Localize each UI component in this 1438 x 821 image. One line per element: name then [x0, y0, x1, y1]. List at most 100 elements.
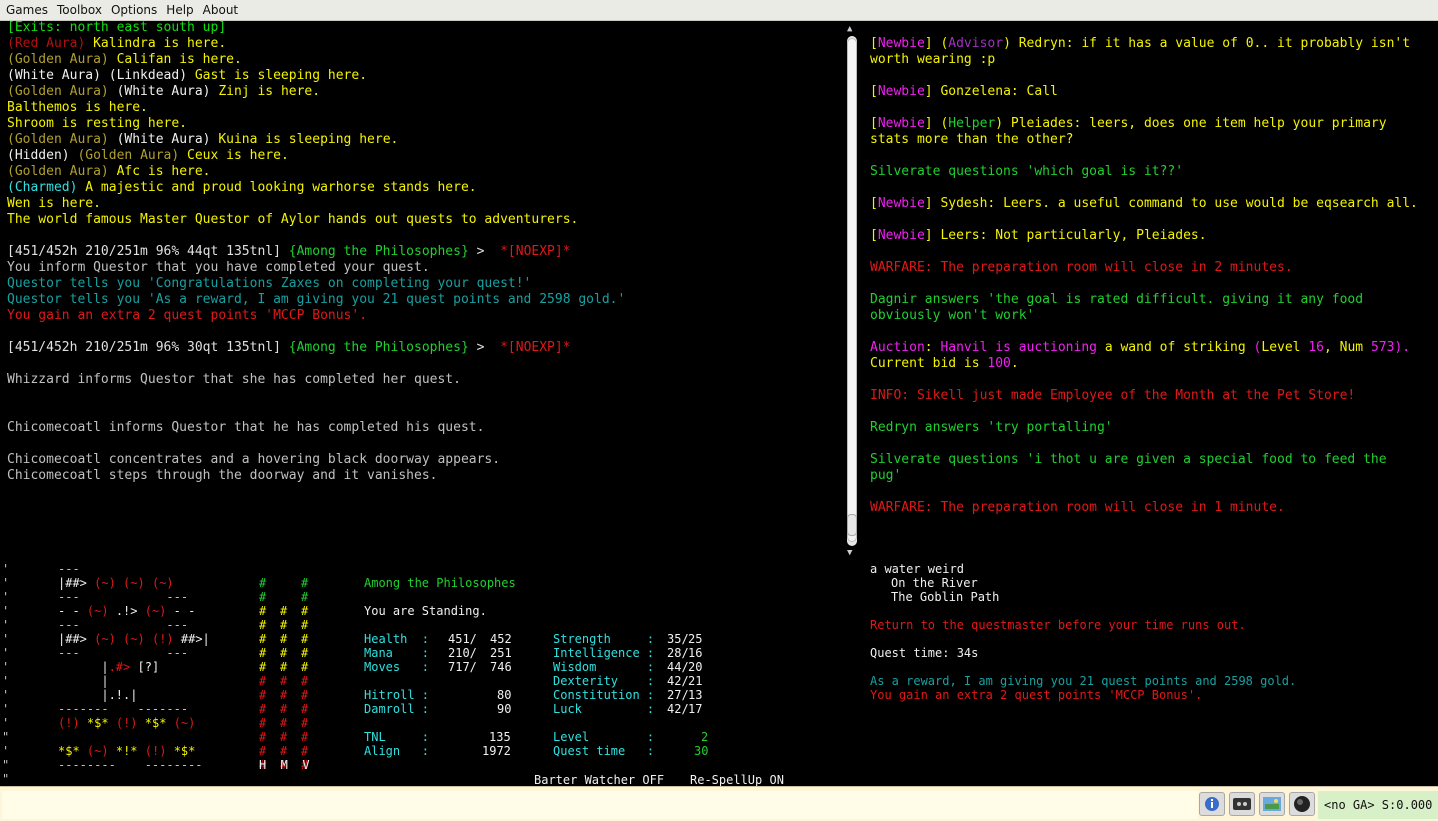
- room-occupant-line: (Golden Aura) (White Aura) Kuina is slee…: [7, 132, 398, 148]
- text-segment: obviously won't work': [870, 308, 1035, 323]
- map-edge-tick: ': [2, 590, 10, 604]
- text-segment: 573: [1370, 340, 1395, 355]
- map-edge-tick: ': [2, 632, 10, 646]
- info-button[interactable]: [1199, 792, 1225, 816]
- text-segment: (~): [123, 576, 145, 590]
- hmv-bar-cell: #: [259, 604, 267, 618]
- attr-max: 20: [688, 660, 703, 674]
- map-row: -------- --------: [58, 758, 203, 772]
- text-segment: Helper: [948, 116, 996, 131]
- text-segment: [: [870, 84, 878, 99]
- text-segment: Advisor: [948, 36, 1004, 51]
- text-segment: ] Gonzelena: Call: [924, 84, 1058, 99]
- tnl-label: TNL :: [364, 730, 430, 744]
- map-row: |##> (~) (~) (!) ##>|: [58, 632, 210, 646]
- tnl-value: 135: [489, 730, 511, 744]
- menu-games[interactable]: Games: [0, 0, 51, 19]
- hmv-bar-cell: #: [301, 632, 309, 646]
- text-segment: |##>: [58, 576, 95, 590]
- room-occupant-line: Wen is here.: [7, 196, 101, 212]
- room-occupant-line: Shroom is resting here.: [7, 116, 187, 132]
- hmv-bar-cell: #: [280, 688, 288, 702]
- text-segment: (Golden Aura): [7, 52, 117, 67]
- map-edge-tick: ': [2, 646, 10, 660]
- attr-current: 35/: [667, 632, 689, 646]
- quest-area-1: On the River: [891, 576, 978, 590]
- text-segment: (Hidden): [7, 148, 78, 163]
- globe-icon: [1294, 796, 1310, 812]
- text-segment: >: [468, 340, 493, 355]
- text-segment: (!): [151, 632, 174, 646]
- text-segment: ] (: [924, 116, 949, 131]
- map-row: - - (~) .!> (~) - -: [58, 604, 195, 618]
- attr-current: 28/: [667, 646, 689, 660]
- hmv-bar-cell: #: [259, 646, 267, 660]
- text-segment: Current bid is: [870, 356, 988, 371]
- hmv-bar-cell: #: [301, 688, 309, 702]
- cassette-icon: [1233, 798, 1251, 810]
- tape-button[interactable]: [1229, 792, 1255, 816]
- text-segment: A majestic and proud looking warhorse st…: [85, 180, 477, 195]
- scroll-grip[interactable]: [847, 514, 857, 536]
- text-segment: (Linkdead): [108, 68, 195, 83]
- channel-line: pug': [870, 468, 901, 484]
- text-segment: Num: [1339, 340, 1371, 355]
- attr-max: 13: [688, 688, 703, 702]
- text-segment: Shroom is resting here.: [7, 116, 188, 131]
- menu-options[interactable]: Options: [105, 0, 160, 19]
- text-segment: ---: [58, 618, 80, 632]
- hmv-bar-cell: #: [280, 744, 288, 758]
- room-occupant-line: (Hidden) (Golden Aura) Ceux is here.: [7, 148, 289, 164]
- room-occupant-line: (Golden Aura) (White Aura) Zinj is here.: [7, 84, 320, 100]
- channel-line: [Newbie] (Helper) Pleiades: leers, does …: [870, 116, 1387, 132]
- stats-position: You are Standing.: [364, 604, 487, 618]
- text-segment: [: [870, 196, 878, 211]
- text-segment: - -: [58, 604, 87, 618]
- input-bar: <no GA> S:0.000: [0, 786, 1438, 821]
- text-segment: [: [870, 36, 878, 51]
- menu-bar: Games Toolbox Options Help About: [0, 0, 1438, 21]
- map-edge-tick: ": [2, 772, 10, 786]
- map-row: |: [58, 674, 108, 688]
- text-segment: [145, 632, 152, 646]
- scroll-down-arrow-icon[interactable]: ▼: [847, 548, 852, 558]
- text-segment: (Golden Aura): [7, 84, 117, 99]
- connection-button[interactable]: [1289, 792, 1315, 816]
- text-segment: (Charmed): [7, 180, 86, 195]
- text-segment: pug': [870, 468, 902, 483]
- align-label: Align :: [364, 744, 430, 758]
- map-button[interactable]: [1259, 792, 1285, 816]
- text-segment: WARFARE: The preparation room will close…: [870, 500, 1285, 515]
- menu-toolbox[interactable]: Toolbox: [51, 0, 105, 19]
- stat-max: 452: [490, 632, 512, 646]
- text-segment: WARFARE: The preparation room will close…: [870, 260, 1293, 275]
- text-segment: Level: [1261, 340, 1309, 355]
- command-input[interactable]: [2, 791, 1198, 819]
- menu-help[interactable]: Help: [160, 0, 196, 19]
- hmv-bar-cell: #: [301, 744, 309, 758]
- text-segment: (~): [173, 716, 196, 730]
- scroll-up-arrow-icon[interactable]: ▲: [847, 24, 852, 34]
- menu-about[interactable]: About: [197, 0, 241, 19]
- attr-current: 27/: [667, 688, 689, 702]
- stat-label: Moves :: [364, 660, 430, 674]
- text-segment: (~): [94, 632, 116, 646]
- text-segment: .!>: [108, 604, 145, 618]
- quest-message-line: Questor tells you 'As a reward, I am giv…: [7, 292, 625, 308]
- text-segment: Newbie: [877, 36, 925, 51]
- hmv-bar-cell: #: [301, 646, 309, 660]
- hmv-bar-cell: #: [280, 618, 288, 632]
- hitroll-label: Hitroll :: [364, 688, 430, 702]
- channel-line: Silverate questions 'which goal is it??': [870, 164, 1183, 180]
- text-segment: ) Redryn: if it has a value of 0.. it pr…: [1003, 36, 1411, 51]
- channel-line: [Newbie] (Advisor) Redryn: if it has a v…: [870, 36, 1410, 52]
- quest-time: Quest time: 34s: [870, 646, 979, 660]
- room-occupant-line: (Golden Aura) Califan is here.: [7, 52, 242, 68]
- attr-label: Luck :: [553, 702, 655, 716]
- channel-scrollbar[interactable]: ▲ ▼: [845, 24, 859, 560]
- text-segment: Newbie: [877, 196, 925, 211]
- hmv-bar-cell: #: [280, 674, 288, 688]
- text-segment: ---: [58, 646, 80, 660]
- text-segment: [138, 716, 145, 730]
- scroll-thumb[interactable]: [847, 38, 857, 542]
